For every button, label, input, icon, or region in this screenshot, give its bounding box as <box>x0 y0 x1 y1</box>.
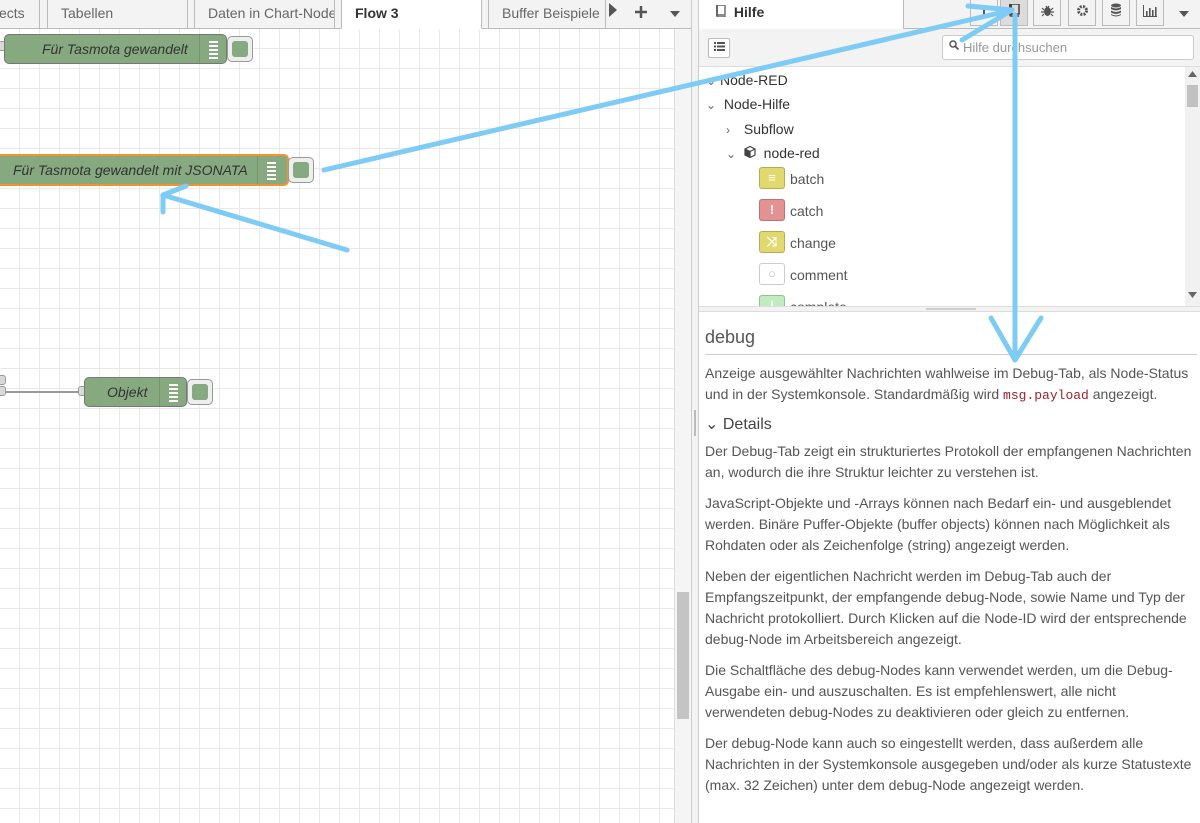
debug-node[interactable]: Objekt <box>84 377 187 407</box>
book-icon[interactable] <box>1000 0 1028 26</box>
sidebar: Hilfe Hilfe durchsuchen ⌄ Node-RED ⌄ Nod… <box>699 0 1200 823</box>
add-icon[interactable] <box>626 0 656 28</box>
chevron-down-icon: ⌄ <box>726 147 737 161</box>
debug-toggle-button[interactable] <box>288 157 314 183</box>
tree-item-node-red-root[interactable]: ⌄ Node-RED <box>706 68 788 92</box>
list-icon <box>159 378 185 406</box>
exclamation-icon: ! <box>759 199 785 221</box>
palette-node-label: complete <box>790 294 847 306</box>
database-icon[interactable] <box>1102 0 1130 26</box>
debug-node[interactable]: Für Tasmota gewandelt <box>4 34 227 64</box>
tree-item-subflow[interactable]: › Subflow <box>726 117 794 141</box>
code-snippet: msg.payload <box>1003 388 1089 403</box>
scrollbar-thumb[interactable] <box>1187 85 1198 107</box>
batch-icon: ≡ <box>759 167 785 189</box>
tab-hilfe-label: Hilfe <box>733 4 765 20</box>
canvas-scrollbar[interactable] <box>674 29 691 823</box>
chevron-right-icon: › <box>726 123 730 137</box>
caret-down-icon[interactable] <box>1170 0 1198 26</box>
wire[interactable] <box>5 391 81 393</box>
details-toggle[interactable]: ⌄ Details <box>705 414 1197 435</box>
tree-item-node-hilfe[interactable]: ⌄ Node-Hilfe <box>706 92 790 116</box>
tab-daten-in-chart-node[interactable]: Daten in Chart-Node <box>194 0 335 29</box>
help-search-input[interactable] <box>963 38 1188 57</box>
splitter-grip[interactable] <box>694 410 696 436</box>
sidebar-splitter[interactable] <box>691 0 699 823</box>
tree-label: node-red <box>763 145 820 161</box>
cube-icon <box>744 145 756 161</box>
help-summary: Anzeige ausgewählter Nachrichten wahlwei… <box>705 363 1197 406</box>
node-label: Für Tasmota gewandelt <box>42 41 188 57</box>
book-icon <box>715 4 730 20</box>
help-tree: ⌄ Node-RED ⌄ Node-Hilfe › Subflow ⌄ node-… <box>699 67 1200 306</box>
help-search-box[interactable] <box>942 35 1194 60</box>
debug-toggle-button[interactable] <box>187 379 213 405</box>
output-port[interactable] <box>0 375 6 385</box>
tree-scrollbar[interactable] <box>1185 67 1200 306</box>
search-icon <box>949 39 960 53</box>
help-paragraph: Neben der eigentlichen Nachricht werden … <box>705 568 1187 647</box>
scroll-right-icon[interactable] <box>602 0 624 28</box>
list-icon <box>199 35 225 63</box>
toc-toggle-button[interactable] <box>708 38 730 58</box>
menu-caret-icon[interactable] <box>660 0 690 28</box>
help-paragraph: Der debug-Node kann auch so eingestellt … <box>705 735 1192 793</box>
workspace: ects Tabellen Daten in Chart-Node Flow 3… <box>0 0 691 823</box>
tree-item-node-red-module[interactable]: ⌄ node-red <box>726 141 820 165</box>
check-icon: ! <box>759 295 785 306</box>
chevron-down-icon: ⌄ <box>705 416 719 433</box>
help-summary-text: angezeigt. <box>1088 386 1158 402</box>
details-heading: Details <box>722 416 772 433</box>
debug-toggle-button[interactable] <box>227 36 253 62</box>
help-title: debug <box>705 312 1197 355</box>
help-paragraph: Die Schaltfläche des debug-Nodes kann ve… <box>705 662 1173 720</box>
tree-label: Node-RED <box>720 72 788 88</box>
workspace-tab-bar: ects Tabellen Daten in Chart-Node Flow 3… <box>0 0 691 29</box>
info-icon[interactable] <box>970 0 998 26</box>
palette-node-label: change <box>790 235 836 251</box>
scroll-down-icon[interactable] <box>1188 292 1197 298</box>
palette-node-label: comment <box>790 267 848 283</box>
help-paragraph: JavaScript-Objekte und -Arrays können na… <box>705 495 1172 553</box>
flow-canvas[interactable]: Für Tasmota gewandelt Für Tasmota gewand… <box>0 29 674 823</box>
tree-label: Node-Hilfe <box>723 96 791 112</box>
tab-tabellen[interactable]: Tabellen <box>47 0 188 29</box>
tab-ects[interactable]: ects <box>0 0 40 29</box>
palette-node-label: catch <box>790 203 824 219</box>
chart-icon[interactable] <box>1136 0 1164 26</box>
scroll-up-icon[interactable] <box>1188 71 1197 77</box>
chevron-down-icon: ⌄ <box>706 98 717 112</box>
splitter-grip[interactable] <box>926 308 976 310</box>
debug-node-selected[interactable]: Für Tasmota gewandelt mit JSONATA <box>0 154 289 186</box>
tab-flow-3[interactable]: Flow 3 <box>341 0 482 29</box>
palette-node-label: batch <box>790 171 825 187</box>
list-icon <box>257 156 283 184</box>
help-content: debug Anzeige ausgewählter Nachrichten w… <box>705 312 1197 823</box>
shuffle-icon: ⤨ <box>759 231 785 253</box>
output-port[interactable] <box>0 386 6 396</box>
node-label: Für Tasmota gewandelt mit JSONATA <box>13 162 248 178</box>
help-toolbar <box>699 29 1200 67</box>
comment-icon: ○ <box>759 263 785 285</box>
bug-icon[interactable] <box>1033 0 1061 26</box>
tab-hilfe[interactable]: Hilfe <box>699 0 904 29</box>
sidebar-tab-bar: Hilfe <box>699 0 1200 29</box>
node-label: Objekt <box>107 384 148 400</box>
help-paragraph: Der Debug-Tab zeigt ein strukturiertes P… <box>705 443 1192 480</box>
tab-buffer-beispiele[interactable]: Buffer Beispiele <box>488 0 606 29</box>
chevron-down-icon: ⌄ <box>706 74 717 88</box>
tree-label: Subflow <box>743 121 794 137</box>
scrollbar-thumb[interactable] <box>677 592 689 719</box>
gear-icon[interactable] <box>1068 0 1096 26</box>
